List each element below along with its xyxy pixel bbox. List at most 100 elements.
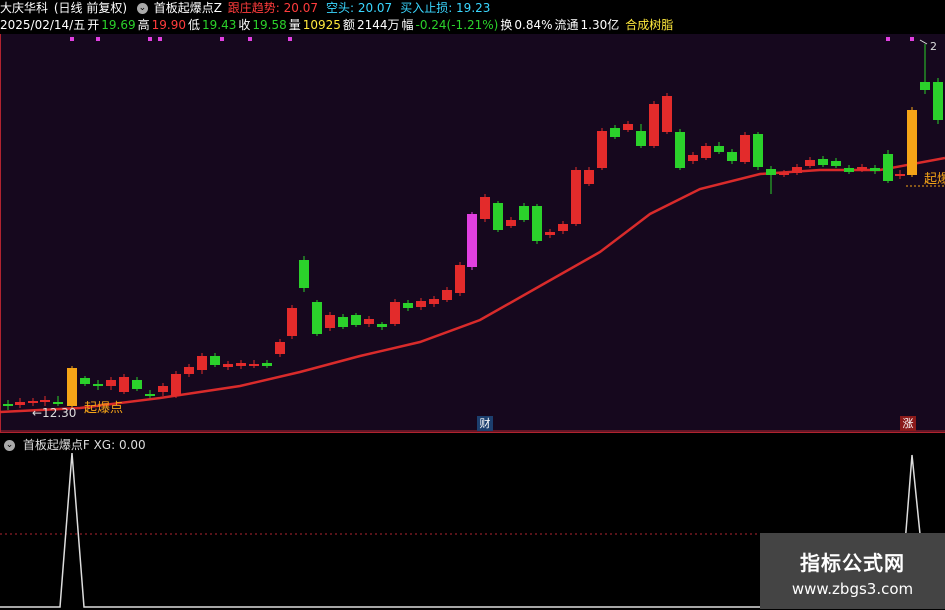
candle-body: [857, 167, 867, 170]
candle-body: [40, 400, 50, 402]
candle-body: [907, 110, 917, 175]
signal-label-right: 起爆: [924, 172, 945, 187]
indicator-name[interactable]: 首板起爆点Z: [154, 1, 222, 15]
float-label: 流通: [554, 18, 579, 32]
candlestick-chart[interactable]: ←12.30 起爆点 起爆 2: [0, 34, 945, 432]
candle-body: [249, 364, 259, 366]
candle-body: [377, 324, 387, 327]
candles: [3, 44, 943, 410]
high-label: 高: [137, 18, 150, 32]
top-marker-dot: [288, 37, 292, 41]
candle-body: [119, 377, 129, 392]
candle-body: [779, 173, 789, 175]
candle-body: [429, 299, 439, 304]
candle-body: [818, 159, 828, 165]
candle-body: [766, 169, 776, 175]
candle-body: [338, 317, 348, 327]
candle-body: [28, 401, 38, 403]
candle-body: [312, 302, 322, 334]
limit-up-badge[interactable]: 涨: [900, 416, 916, 431]
candle-body: [571, 170, 581, 224]
candle-body: [442, 290, 452, 300]
float-value: 1.30亿: [580, 18, 620, 32]
candle-body: [831, 161, 841, 166]
candle-body: [662, 96, 672, 132]
top-marker-dot: [248, 37, 252, 41]
candle-body: [223, 364, 233, 367]
candle-body: [67, 368, 77, 406]
candle-body: [403, 303, 413, 308]
trend-line: [0, 156, 945, 414]
concept-tag[interactable]: 合成树脂: [625, 18, 673, 32]
indicator-values: 跟庄趋势: 20.07 空头: 20.07 买入止损: 19.23: [228, 1, 499, 15]
candle-body: [610, 128, 620, 137]
stock-name: 大庆华科: [0, 1, 49, 15]
candle-body: [480, 197, 490, 219]
candle-body: [675, 132, 685, 168]
volume-value: 10925: [302, 18, 341, 32]
candle-body: [649, 104, 659, 146]
candle-body: [792, 167, 802, 173]
candle-body: [895, 174, 905, 176]
candle-body: [701, 146, 711, 158]
top-markers: [70, 37, 914, 41]
candle-body: [3, 404, 13, 406]
candle-body: [325, 315, 335, 328]
candle-body: [805, 160, 815, 166]
close-value: 19.58: [252, 18, 287, 32]
candle-body: [870, 168, 880, 171]
candle-body: [532, 206, 542, 241]
amount-label: 额: [342, 18, 355, 32]
candle-body: [53, 402, 63, 404]
open-label: 开: [87, 18, 100, 32]
date-label: 2025/02/14/五: [0, 18, 86, 32]
candle-body: [844, 168, 854, 172]
candle-body: [623, 124, 633, 130]
candle-body: [416, 301, 426, 307]
candle-body: [132, 380, 142, 389]
candle-body: [584, 170, 594, 184]
candle-body: [493, 203, 503, 230]
candle-body: [287, 308, 297, 336]
amount-value: 2144万: [356, 18, 400, 32]
top-marker-dot: [70, 37, 74, 41]
watermark: 指标公式网 www.zbgs3.com: [760, 533, 945, 609]
candle-body: [920, 82, 930, 90]
top-marker-dot: [910, 37, 914, 41]
candle-body: [210, 356, 220, 365]
watermark-url: www.zbgs3.com: [791, 580, 914, 598]
candle-body: [636, 131, 646, 146]
change-label: 幅: [401, 18, 414, 32]
top-price-marker: 2: [930, 40, 937, 53]
close-label: 收: [238, 18, 251, 32]
candle-body: [933, 82, 943, 120]
candle-body: [467, 214, 477, 267]
candle-body: [519, 206, 529, 220]
low-label: 低: [187, 18, 200, 32]
indicator-2: 买入止损: 19.23: [400, 1, 491, 15]
candle-body: [80, 378, 90, 384]
finance-badge[interactable]: 财: [477, 416, 493, 431]
candle-body: [93, 384, 103, 386]
top-marker-dot: [220, 37, 224, 41]
candle-body: [455, 265, 465, 293]
turnover-value: 0.84%: [514, 18, 553, 32]
options-icon[interactable]: ⌄: [136, 3, 148, 14]
low-value: 19.43: [201, 18, 237, 32]
title-bar: 大庆华科 (日线 前复权) ⌄ 首板起爆点Z 跟庄趋势: 20.07 空头: 20…: [0, 0, 500, 17]
candle-body: [740, 135, 750, 162]
turnover-label: 换: [500, 18, 513, 32]
candle-body: [558, 224, 568, 231]
candle-body: [236, 363, 246, 366]
candle-body: [158, 386, 168, 392]
signal-label-left: 起爆点: [84, 401, 123, 416]
top-marker-dot: [96, 37, 100, 41]
candle-body: [364, 319, 374, 324]
volume-label: 量: [288, 18, 301, 32]
candle-body: [262, 363, 272, 366]
candle-body: [299, 260, 309, 288]
candle-body: [275, 342, 285, 354]
top-marker-dot: [148, 37, 152, 41]
candle-body: [106, 380, 116, 386]
top-marker-dot: [158, 37, 162, 41]
